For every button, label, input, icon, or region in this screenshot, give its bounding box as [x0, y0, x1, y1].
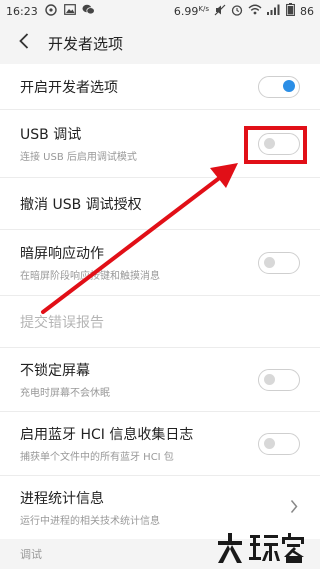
app-header: 开发者选项 — [0, 22, 320, 64]
dim-screen-toggle[interactable] — [258, 251, 300, 274]
row-title: 提交错误报告 — [20, 314, 104, 331]
battery-level: 86 — [300, 4, 314, 18]
annotation-highlight-box — [244, 126, 307, 164]
image-icon — [63, 4, 76, 18]
row-revoke-usb-auth[interactable]: 撤消 USB 调试授权 — [0, 178, 320, 230]
mute-icon — [214, 4, 226, 19]
row-subtitle: 运行中进程的相关技术统计信息 — [20, 516, 160, 527]
bluetooth-hci-toggle[interactable] — [258, 432, 300, 455]
row-dim-screen-response[interactable]: 暗屏响应动作 在暗屏阶段响应按键和触摸消息 — [0, 230, 320, 296]
wechat-icon — [82, 4, 95, 18]
row-developer-options[interactable]: 开启开发者选项 — [0, 64, 320, 110]
back-button[interactable] — [0, 22, 48, 64]
stay-awake-toggle[interactable] — [258, 368, 300, 391]
row-bluetooth-hci-log[interactable]: 启用蓝牙 HCI 信息收集日志 捕获单个文件中的所有蓝牙 HCI 包 — [0, 412, 320, 476]
status-time: 16:23 — [6, 4, 38, 18]
toggle-knob — [264, 437, 275, 449]
watermark-logo — [214, 527, 314, 567]
developer-options-toggle[interactable] — [258, 75, 300, 98]
signal-icon — [267, 4, 281, 18]
row-stay-awake[interactable]: 不锁定屏幕 充电时屏幕不会休眠 — [0, 348, 320, 412]
status-bar: 16:23 6.99K/s 86 — [0, 0, 320, 22]
toggle-knob — [283, 80, 295, 92]
row-title: 进程统计信息 — [20, 491, 104, 507]
alarm-icon — [231, 4, 243, 19]
page-title: 开发者选项 — [48, 34, 124, 53]
toggle-knob — [264, 373, 275, 385]
wifi-hotspot-icon — [44, 3, 58, 19]
toggle-knob — [264, 256, 275, 268]
back-arrow-icon — [19, 33, 29, 53]
row-title: 撤消 USB 调试授权 — [20, 196, 142, 213]
network-speed: 6.99K/s — [173, 4, 209, 18]
row-bug-report[interactable]: 提交错误报告 — [0, 296, 320, 348]
battery-icon — [286, 3, 295, 19]
chevron-right-icon — [290, 498, 298, 517]
wifi-icon — [248, 4, 262, 18]
